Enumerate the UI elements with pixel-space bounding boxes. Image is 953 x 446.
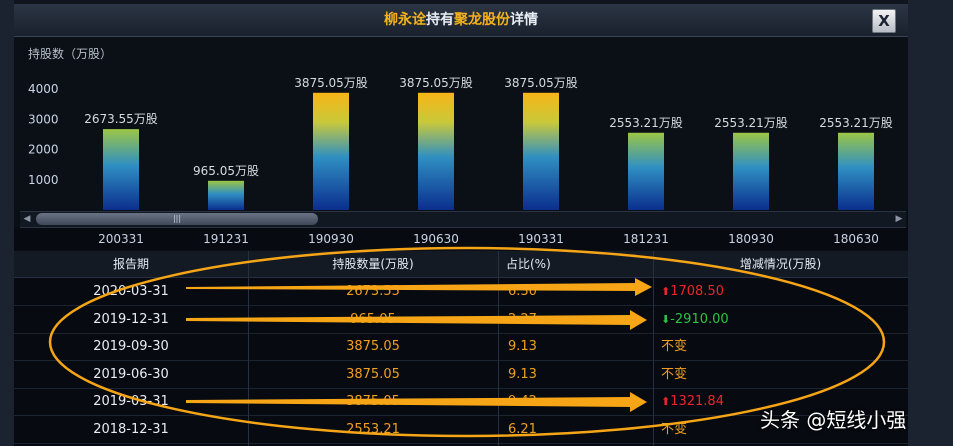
holding-amount: 3875.05 bbox=[346, 339, 400, 354]
x-tick-label: 180930 bbox=[728, 232, 774, 246]
holding-ratio: 9.42 bbox=[508, 394, 537, 409]
holding-ratio: 9.13 bbox=[508, 339, 537, 354]
y-tick-label: 2000 bbox=[28, 143, 59, 157]
left-border bbox=[0, 0, 14, 446]
y-tick-label: 1000 bbox=[28, 173, 59, 187]
header-change: 增减情况(万股) bbox=[739, 257, 822, 271]
change-text: 不变 bbox=[661, 366, 688, 382]
change-text: 不变 bbox=[661, 421, 688, 437]
column-divider bbox=[498, 251, 499, 446]
x-tick-label: 190630 bbox=[413, 232, 459, 246]
title-text-detail: 详情 bbox=[510, 12, 538, 28]
bar-data-label: 3875.05万股 bbox=[294, 76, 368, 90]
change-value: ⬇-2910.00 bbox=[653, 306, 916, 333]
bar-data-label: 3875.05万股 bbox=[399, 76, 473, 90]
arrow-down-icon: ⬇ bbox=[661, 312, 671, 326]
bar-data-label: 2553.21万股 bbox=[714, 116, 788, 130]
bar-data-label: 2553.21万股 bbox=[609, 116, 683, 130]
title-text-hold: 持有 bbox=[426, 12, 454, 28]
table-row[interactable]: 2019-06-30 3875.05 9.13 不变 bbox=[14, 361, 908, 389]
table-row[interactable]: 2019-09-30 3875.05 9.13 不变 bbox=[14, 333, 908, 361]
close-button[interactable]: X bbox=[872, 9, 896, 33]
y-axis-ticks: 1000 2000 3000 4000 bbox=[28, 82, 59, 187]
change-value: ⬆1708.50 bbox=[653, 278, 916, 305]
x-tick-label: 180630 bbox=[833, 232, 879, 246]
bar[interactable] bbox=[208, 180, 244, 210]
x-tick-label: 191231 bbox=[203, 232, 249, 246]
column-divider bbox=[653, 251, 654, 446]
report-date: 2019-09-30 bbox=[93, 339, 169, 354]
bar[interactable] bbox=[838, 132, 874, 210]
report-date: 2020-03-31 bbox=[93, 284, 169, 299]
scroll-left-arrow-icon[interactable]: ◀ bbox=[20, 213, 34, 226]
change-text: 1708.50 bbox=[670, 284, 724, 299]
change-text: 不变 bbox=[661, 339, 688, 354]
holding-ratio: 6.21 bbox=[508, 421, 537, 437]
bar[interactable] bbox=[733, 132, 769, 210]
table-row[interactable]: 2019-12-31 965.05 2.27 ⬇-2910.00 bbox=[14, 306, 908, 334]
report-date: 2019-12-31 bbox=[93, 311, 169, 327]
bar-data-label: 3875.05万股 bbox=[504, 76, 578, 90]
holder-detail-window: 柳永诠持有聚龙股份详情 X 持股数（万股） 1000 2000 3000 4000 bbox=[0, 0, 953, 446]
holding-amount: 3875.05 bbox=[346, 394, 400, 409]
title-bar: 柳永诠持有聚龙股份详情 X bbox=[14, 4, 908, 37]
change-value: 不变 bbox=[653, 333, 916, 360]
bar[interactable] bbox=[103, 129, 139, 210]
bar-data-label: 2673.55万股 bbox=[84, 112, 158, 126]
header-ratio: 占比(%) bbox=[506, 257, 551, 271]
holding-ratio: 2.27 bbox=[508, 311, 537, 327]
scroll-right-arrow-icon[interactable]: ▶ bbox=[892, 213, 906, 226]
x-axis: 200331 191231 190930 190630 190331 181231 1809… bbox=[14, 228, 908, 250]
data-labels: 2673.55万股 965.05万股 3875.05万股 3875.05万股 3875.… bbox=[84, 76, 893, 178]
change-text: -2910.00 bbox=[670, 311, 729, 327]
x-tick-label: 200331 bbox=[98, 232, 144, 246]
report-date: 2018-12-31 bbox=[93, 421, 169, 437]
chart-canvas: 1000 2000 3000 4000 2673.55万股 965.05万股 3875.0… bbox=[28, 76, 893, 210]
holding-amount: 965.05 bbox=[350, 311, 396, 327]
change-text: 1321.84 bbox=[670, 394, 724, 409]
holding-amount: 3875.05 bbox=[346, 366, 400, 382]
holding-amount: 2553.21 bbox=[346, 421, 400, 437]
bars bbox=[103, 92, 874, 210]
holder-name: 柳永诠 bbox=[384, 12, 426, 28]
holding-amount: 2673.55 bbox=[346, 284, 400, 299]
arrow-up-icon: ⬆ bbox=[661, 395, 671, 408]
column-divider bbox=[248, 251, 249, 446]
bar-data-label: 2553.21万股 bbox=[819, 116, 893, 130]
x-tick-label: 190930 bbox=[308, 232, 354, 246]
scroll-thumb[interactable]: ||| bbox=[36, 213, 318, 225]
stock-name: 聚龙股份 bbox=[454, 12, 510, 28]
x-tick-label: 181231 bbox=[623, 232, 669, 246]
bar[interactable] bbox=[523, 92, 559, 210]
bar[interactable] bbox=[628, 132, 664, 210]
arrow-up-icon: ⬆ bbox=[661, 285, 671, 298]
change-value: 不变 bbox=[653, 361, 916, 388]
chart-scrollbar[interactable]: ◀ ||| ▶ bbox=[20, 211, 906, 228]
header-report-period: 报告期 bbox=[112, 257, 149, 271]
y-tick-label: 4000 bbox=[28, 82, 59, 96]
header-holding-amount: 持股数量(万股) bbox=[332, 257, 414, 271]
bar[interactable] bbox=[418, 92, 454, 210]
report-date: 2019-06-30 bbox=[93, 366, 169, 382]
bar-data-label: 965.05万股 bbox=[193, 164, 259, 178]
x-tick-label: 190331 bbox=[518, 232, 564, 246]
table-header: 报告期 持股数量(万股) 占比(%) 增减情况(万股) bbox=[14, 251, 908, 278]
bar[interactable] bbox=[313, 92, 349, 210]
watermark-text: 头条 @短线小强 bbox=[760, 408, 907, 432]
holding-bar-chart: 持股数（万股） 1000 2000 3000 4000 2673.55万股 965.05… bbox=[14, 37, 908, 210]
report-date: 2019-03-31 bbox=[93, 394, 169, 409]
holding-ratio: 6.30 bbox=[508, 284, 537, 299]
table-row[interactable]: 2020-03-31 2673.55 6.30 ⬆1708.50 bbox=[14, 278, 908, 306]
holding-ratio: 9.13 bbox=[508, 366, 537, 382]
y-tick-label: 3000 bbox=[28, 112, 59, 126]
